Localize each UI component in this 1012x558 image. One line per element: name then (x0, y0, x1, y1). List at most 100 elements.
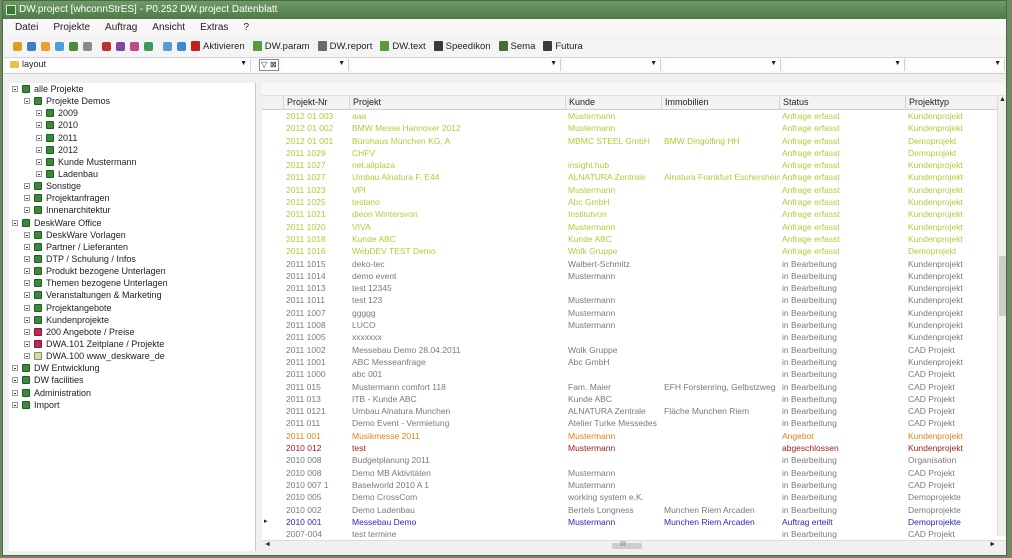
tree-item[interactable]: Projektangebote (9, 302, 255, 314)
table-row[interactable]: 2010 008 Demo MB Aktivitäten Mustermann in … (262, 467, 1006, 479)
tree-item[interactable]: 2009 (9, 107, 255, 119)
tree-item[interactable]: Import (9, 399, 255, 411)
scroll-right-icon[interactable]: ► (989, 541, 996, 548)
horizontal-scroll-thumb[interactable]: III (612, 541, 642, 549)
toolbar-icon-9[interactable] (130, 41, 139, 51)
scroll-left-icon[interactable]: ◄ (264, 541, 271, 548)
table-row[interactable]: 2011 1029 CHFV Anfrage erfasst Demoprojekt (262, 147, 1006, 159)
speedikon-button[interactable]: Speedikon (433, 41, 491, 52)
expand-icon[interactable] (12, 401, 18, 408)
table-row[interactable]: 2011 011 Demo Event - Vermietung Atelier T… (262, 417, 1006, 429)
dw-report-button[interactable]: DW.report (317, 41, 372, 52)
sema-button[interactable]: Sema (498, 41, 535, 52)
menu-help[interactable]: ? (243, 22, 249, 33)
table-row[interactable]: 2011 1001 ABC Messeanfrage Abc GmbH in Bear… (262, 356, 1006, 368)
table-row[interactable]: 2011 1007 ggggg Mustermann in Bearbeitung Ku… (262, 307, 1006, 319)
filter-combo-2[interactable]: ▼ (353, 59, 561, 71)
tree-item[interactable]: DW Entwicklung (9, 362, 255, 374)
table-row[interactable]: 2011 1005 xxxxxxx in Bearbeitung Kundenproj… (262, 331, 1006, 343)
column-header-kunde[interactable]: Kunde (565, 96, 665, 109)
expand-icon[interactable] (36, 110, 42, 117)
tree-item[interactable]: DTP / Schulung / Infos (9, 253, 255, 265)
expand-icon[interactable] (36, 122, 42, 129)
toolbar-icon-10[interactable] (144, 41, 153, 51)
table-row[interactable]: 2012 01 002 BMW Messe Hannover 2012 Muster… (262, 122, 1006, 134)
menu-ansicht[interactable]: Ansicht (152, 22, 185, 33)
expand-icon[interactable] (24, 304, 30, 311)
horizontal-scrollbar[interactable]: ◄ III ► (262, 540, 1006, 551)
expand-icon[interactable] (12, 86, 18, 92)
tree-item[interactable]: DeskWare Vorlagen (9, 229, 255, 241)
tree-item[interactable]: Partner / Lieferanten (9, 241, 255, 253)
column-header-projekt[interactable]: Projekt (349, 96, 569, 109)
toolbar-icon-12[interactable] (177, 41, 186, 51)
toolbar-icon-2[interactable] (27, 41, 36, 51)
tree-item[interactable]: Sonstige (9, 180, 255, 192)
expand-icon[interactable] (36, 146, 42, 153)
filter-combo-5[interactable]: ▼ (785, 59, 905, 71)
table-row[interactable]: 2011 0121 Umbau Alnatura Munchen ALNATURA … (262, 405, 1006, 417)
expand-icon[interactable] (24, 340, 30, 347)
tree-item[interactable]: 2010 (9, 119, 255, 131)
column-header-projekt-nr[interactable]: Projekt-Nr (283, 96, 353, 109)
expand-icon[interactable] (36, 134, 42, 141)
tree-item[interactable]: Projektanfragen (9, 192, 255, 204)
table-row[interactable]: 2007-004 test termine in Bearbeitung CAD Pr… (262, 528, 1006, 540)
tree-item[interactable]: 200 Angebote / Preise (9, 326, 255, 338)
toolbar-icon-3[interactable] (41, 41, 50, 51)
filter-toggle-button[interactable]: ▽ ⊠ (259, 59, 279, 71)
table-row[interactable]: 2011 1023 VPI Mustermann Anfrage erfasst Kun… (262, 184, 1006, 196)
tree-item[interactable]: Projekte Demos (9, 95, 255, 107)
tree-item[interactable]: 2011 (9, 132, 255, 144)
column-header-status[interactable]: Status (779, 96, 909, 109)
table-row[interactable]: 2011 013 ITB - Kunde ABC Kunde ABC in Bearb… (262, 393, 1006, 405)
expand-icon[interactable] (36, 158, 42, 165)
aktivieren-button[interactable]: Aktivieren (191, 41, 245, 52)
tree-item[interactable]: Produkt bezogene Unterlagen (9, 265, 255, 277)
table-row[interactable]: 2011 1027 net.allplaza insight.hub Anfrage … (262, 159, 1006, 171)
expand-icon[interactable] (12, 377, 18, 384)
expand-icon[interactable] (12, 389, 18, 396)
menu-projekte[interactable]: Projekte (53, 22, 90, 33)
table-row[interactable]: 2011 1014 demo event Mustermann in Bearbeit… (262, 270, 1006, 282)
table-row[interactable]: 2011 1020 VIVA Mustermann Anfrage erfasst Ku… (262, 221, 1006, 233)
expand-icon[interactable] (24, 268, 30, 275)
table-row[interactable]: 2010 012 test Mustermann abgeschlossen Kunde… (262, 442, 1006, 454)
table-row[interactable]: 2011 1027 Umbau Alnatura F. E44 ALNATURA Z… (262, 171, 1006, 183)
tree-item[interactable]: Innenarchitektur (9, 204, 255, 216)
toolbar-icon-5[interactable] (69, 41, 78, 51)
column-header-projekttyp[interactable]: Projekttyp (905, 96, 1003, 109)
dw-param-button[interactable]: DW.param (252, 41, 310, 52)
table-row[interactable]: 2010 002 Demo Ladenbau Bertels Longness Mun… (262, 504, 1006, 516)
table-row[interactable]: 2010 008 Budgetplanung 2011 in Bearbeitung… (262, 454, 1006, 466)
toolbar-icon-6[interactable] (83, 41, 92, 51)
tree-item[interactable]: Ladenbau (9, 168, 255, 180)
futura-button[interactable]: Futura (543, 41, 583, 52)
scroll-up-icon[interactable]: ▲ (999, 96, 1006, 103)
menu-auftrag[interactable]: Auftrag (105, 22, 137, 33)
vertical-scroll-thumb[interactable] (999, 256, 1006, 316)
filter-combo-3[interactable]: ▼ (565, 59, 661, 71)
expand-icon[interactable] (24, 353, 30, 360)
expand-icon[interactable] (24, 280, 30, 287)
table-row[interactable]: 2011 1008 LUCO Mustermann in Bearbeitung Kun… (262, 319, 1006, 331)
table-row[interactable]: 2011 015 Mustermann comfort 118 Fam. Maier… (262, 381, 1006, 393)
expand-icon[interactable] (24, 243, 30, 250)
table-row[interactable]: 2011 1002 Messebau Demo 28.04.2011 Wolk Gr… (262, 344, 1006, 356)
table-row[interactable]: 2011 1016 WebDEV TEST Demo Wolk Gruppe Anfr… (262, 245, 1006, 257)
tree-item[interactable]: Administration (9, 387, 255, 399)
table-row[interactable]: 2010 007 1 Baselworld 2010 A 1 Mustermann i… (262, 479, 1006, 491)
layout-combo[interactable]: layout ▼ (7, 59, 251, 71)
filter-combo-6[interactable]: ▼ (909, 59, 1005, 71)
table-row[interactable]: 2011 1000 abc 001 in Bearbeitung CAD Projek… (262, 368, 1006, 380)
tree-item[interactable]: DW facilities (9, 374, 255, 386)
tree-item[interactable]: DWA.101 Zeitplane / Projekte (9, 338, 255, 350)
expand-icon[interactable] (24, 316, 30, 323)
toolbar-icon-7[interactable] (102, 41, 111, 51)
tree-item[interactable]: Veranstaltungen & Marketing (9, 289, 255, 301)
table-row[interactable]: ▸ 2010 001 Messebau Demo Mustermann Munchen … (262, 516, 1006, 528)
expand-icon[interactable] (24, 231, 30, 238)
table-row[interactable]: 2012 01 001 Bürohaus München KG, A MBMC ST… (262, 135, 1006, 147)
tree-item[interactable]: DWA.100 www_deskware_de (9, 350, 255, 362)
expand-icon[interactable] (24, 195, 30, 202)
